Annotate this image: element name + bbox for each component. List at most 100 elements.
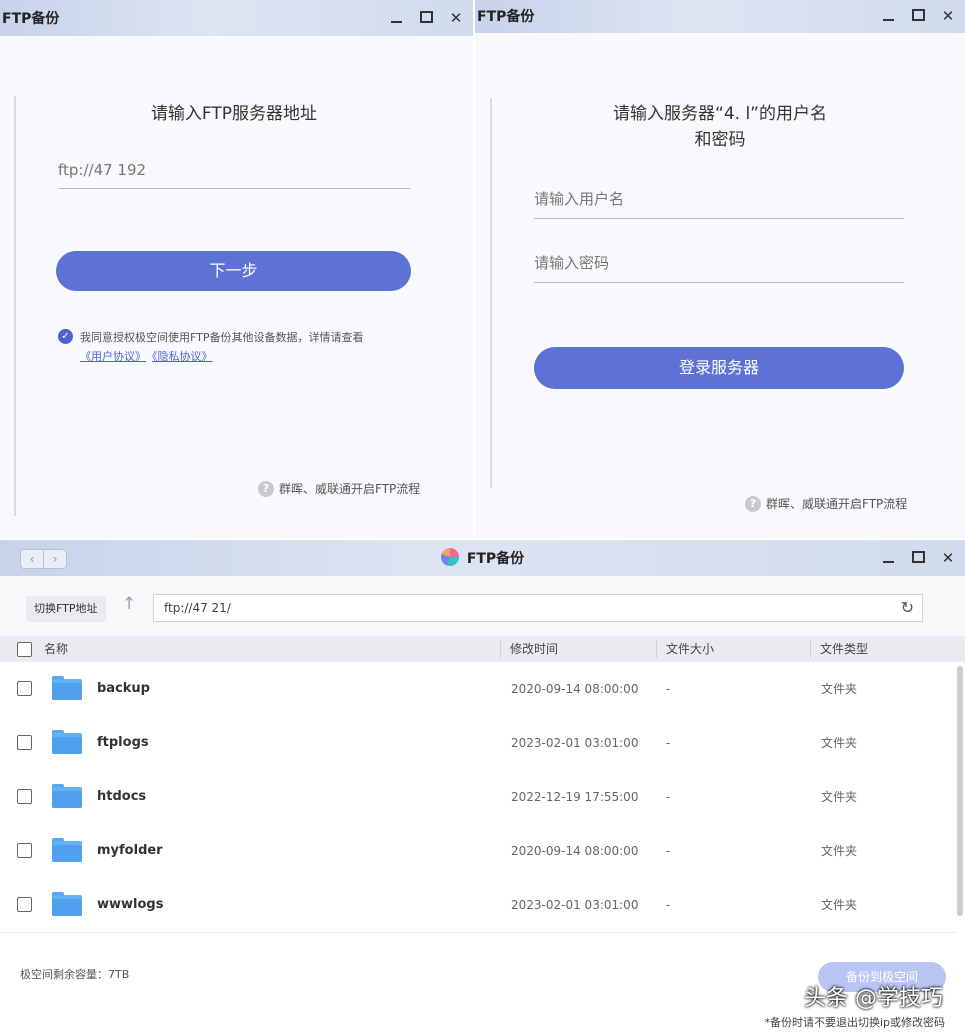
window-title: FTP备份 xyxy=(477,9,535,25)
minimize-icon xyxy=(882,18,894,21)
file-size: - xyxy=(666,736,671,750)
title-bar[interactable]: ‹ › FTP备份 ✕ xyxy=(0,540,965,576)
close-icon: ✕ xyxy=(941,548,955,567)
up-arrow-icon[interactable]: ↑ xyxy=(122,594,136,614)
column-divider xyxy=(500,640,501,658)
username-input[interactable]: 请输入用户名 xyxy=(534,185,904,219)
help-icon: ? xyxy=(745,495,761,512)
minimize-button[interactable] xyxy=(389,8,403,28)
help-link[interactable]: ? 群晖、威联通开启FTP流程 xyxy=(745,495,907,512)
file-modified: 2022-12-19 17:55:00 xyxy=(511,790,639,804)
file-size: - xyxy=(666,682,671,696)
close-icon: ✕ xyxy=(941,6,955,25)
file-modified: 2023-02-01 03:01:00 xyxy=(511,898,639,912)
toolbar: 切换FTP地址 ↑ ftp://47 21/ ↻ xyxy=(0,576,965,636)
ftp-address-window: FTP备份 ✕ 请输入FTP服务器地址 ftp://47 192 下一步 ✓ 我… xyxy=(0,0,473,538)
col-modified[interactable]: 修改时间 xyxy=(510,636,558,662)
file-name: backup xyxy=(97,681,150,696)
privacy-link[interactable]: 《隐私协议》 xyxy=(152,350,213,363)
col-name[interactable]: 名称 xyxy=(44,636,68,662)
col-type[interactable]: 文件类型 xyxy=(820,636,868,662)
file-modified: 2023-02-01 03:01:00 xyxy=(511,736,639,750)
scrollbar[interactable] xyxy=(957,666,963,916)
notice-text: *备份时请不要退出切换ip或修改密码 xyxy=(764,1016,945,1029)
username-placeholder: 请输入用户名 xyxy=(534,190,625,208)
title-bar[interactable]: FTP备份 ✕ xyxy=(0,0,473,36)
ftp-address-input[interactable]: ftp://47 192 xyxy=(58,158,410,189)
path-value: ftp://47 21/ xyxy=(164,601,231,615)
help-text: 群晖、威联通开启FTP流程 xyxy=(766,497,908,511)
file-modified: 2020-09-14 08:00:00 xyxy=(511,682,639,696)
window-title-text: FTP备份 xyxy=(466,551,525,567)
file-size: - xyxy=(666,898,671,912)
help-link[interactable]: ? 群晖、威联通开启FTP流程 xyxy=(258,480,420,497)
close-button[interactable]: ✕ xyxy=(941,548,955,568)
window-title: FTP备份 xyxy=(2,11,60,27)
password-placeholder: 请输入密码 xyxy=(534,254,610,272)
col-size[interactable]: 文件大小 xyxy=(666,636,714,662)
file-type: 文件夹 xyxy=(821,844,858,858)
help-icon: ? xyxy=(258,480,274,497)
password-input[interactable]: 请输入密码 xyxy=(534,249,904,283)
file-name: htdocs xyxy=(97,789,147,804)
minimize-button[interactable] xyxy=(881,548,895,568)
row-checkbox[interactable] xyxy=(17,789,32,804)
page-heading: 请输入FTP服务器地址 xyxy=(150,104,318,124)
next-button[interactable]: 下一步 xyxy=(56,251,411,291)
folder-icon xyxy=(52,676,82,700)
maximize-button[interactable] xyxy=(911,547,925,568)
footer: 极空间剩余容量：7TB 备份到极空间 *备份时请不要退出切换ip或修改密码 头条… xyxy=(0,942,965,1032)
agreement-checkbox[interactable]: ✓ xyxy=(58,329,73,344)
maximize-button[interactable] xyxy=(419,7,433,28)
capacity-text: 极空间剩余容量：7TB xyxy=(20,968,130,981)
table-row[interactable]: ftplogs 2023-02-01 03:01:00 - 文件夹 xyxy=(0,716,957,771)
maximize-button[interactable] xyxy=(911,5,925,26)
help-text: 群晖、威联通开启FTP流程 xyxy=(279,482,421,496)
file-type: 文件夹 xyxy=(821,682,858,696)
file-name: myfolder xyxy=(97,843,163,858)
app-logo-icon xyxy=(440,548,459,566)
close-button[interactable]: ✕ xyxy=(941,6,955,26)
column-divider xyxy=(656,640,657,658)
close-icon: ✕ xyxy=(449,8,463,27)
file-modified: 2020-09-14 08:00:00 xyxy=(511,844,639,858)
check-icon: ✓ xyxy=(61,331,70,342)
divider xyxy=(490,98,492,488)
login-server-button[interactable]: 登录服务器 xyxy=(534,347,904,389)
row-checkbox[interactable] xyxy=(17,897,32,912)
minimize-icon xyxy=(882,560,894,563)
file-type: 文件夹 xyxy=(821,898,858,912)
table-header: 名称 修改时间 文件大小 文件类型 xyxy=(0,636,965,662)
table-row[interactable]: myfolder 2020-09-14 08:00:00 - 文件夹 xyxy=(0,824,957,879)
agreement: ✓ 我同意授权极空间使用FTP备份其他设备数据，详情请查看 《用户协议》 《隐私协… xyxy=(58,328,418,366)
minimize-button[interactable] xyxy=(881,6,895,26)
row-checkbox[interactable] xyxy=(17,681,32,696)
folder-icon xyxy=(52,784,82,808)
heading-line-2: 和密码 xyxy=(694,130,746,150)
row-checkbox[interactable] xyxy=(17,735,32,750)
row-checkbox[interactable] xyxy=(17,843,32,858)
folder-icon xyxy=(52,730,82,754)
file-size: - xyxy=(666,844,671,858)
path-input[interactable]: ftp://47 21/ ↻ xyxy=(153,594,923,622)
table-row[interactable]: htdocs 2022-12-19 17:55:00 - 文件夹 xyxy=(0,770,957,825)
table-row[interactable]: backup 2020-09-14 08:00:00 - 文件夹 xyxy=(0,662,957,717)
maximize-icon xyxy=(911,551,925,563)
window-body: 请输入服务器“4. l”的用户名 和密码 请输入用户名 请输入密码 登录服务器 … xyxy=(475,33,965,538)
refresh-icon[interactable]: ↻ xyxy=(901,595,914,621)
select-all-checkbox[interactable] xyxy=(17,642,32,657)
folder-icon xyxy=(52,892,82,916)
file-size: - xyxy=(666,790,671,804)
window-title: FTP备份 xyxy=(0,548,965,568)
switch-ftp-button[interactable]: 切换FTP地址 xyxy=(26,596,106,622)
user-agreement-link[interactable]: 《用户协议》 xyxy=(80,350,146,363)
close-button[interactable]: ✕ xyxy=(449,8,463,28)
watermark: 头条 @学技巧 xyxy=(804,986,943,1011)
maximize-icon xyxy=(911,9,925,21)
file-browser-window: ‹ › FTP备份 ✕ 切换FTP地址 ↑ ftp://47 21/ ↻ 名称 … xyxy=(0,540,965,1032)
column-divider xyxy=(810,640,811,658)
file-name: wwwlogs xyxy=(97,897,164,912)
file-type: 文件夹 xyxy=(821,736,858,750)
table-row[interactable]: wwwlogs 2023-02-01 03:01:00 - 文件夹 xyxy=(0,878,957,933)
title-bar[interactable]: FTP备份 ✕ xyxy=(475,0,965,33)
